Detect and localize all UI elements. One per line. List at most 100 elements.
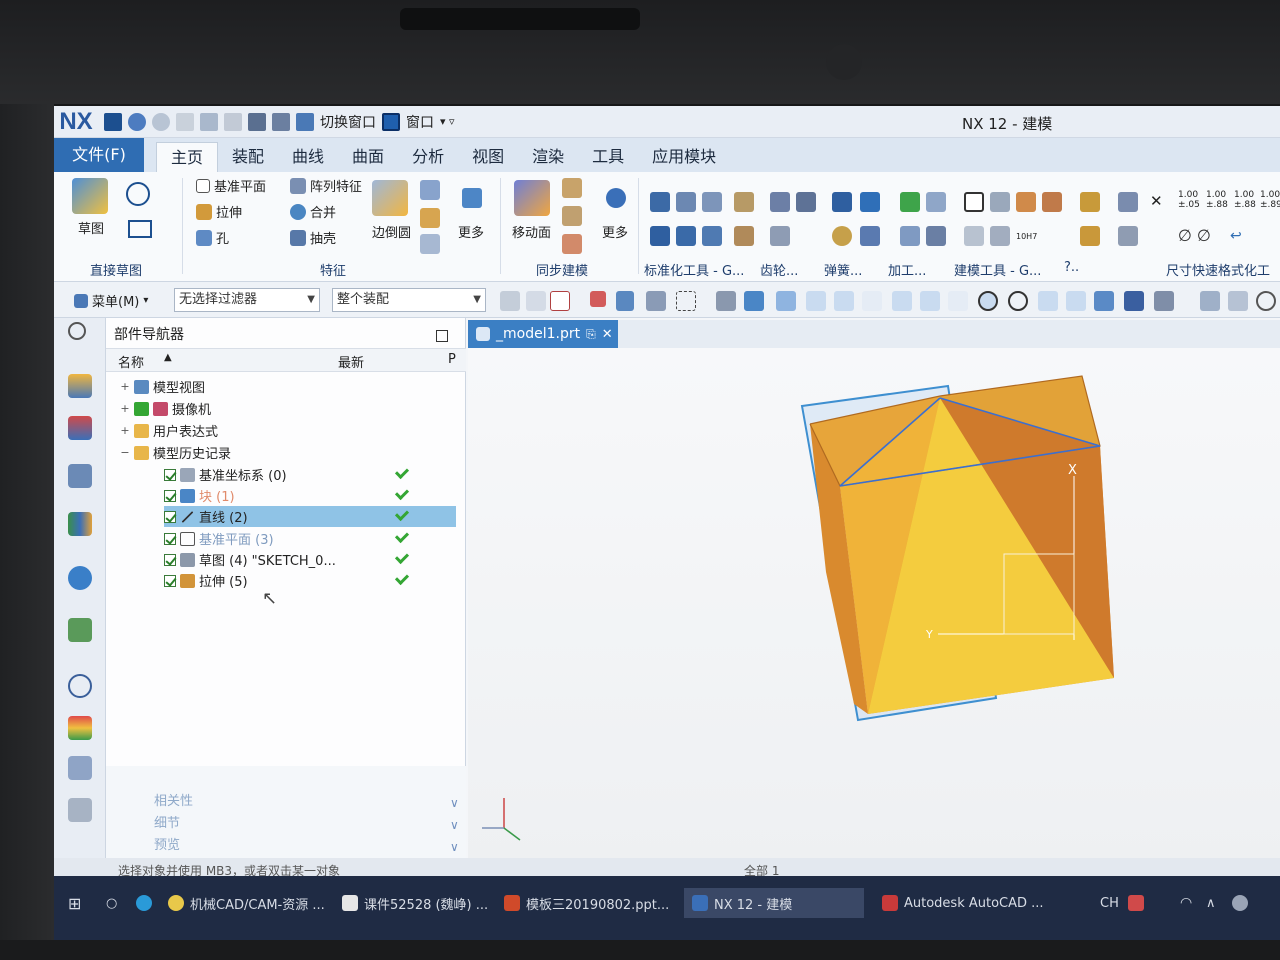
tree-node-cameras[interactable]: + 摄像机 — [120, 398, 211, 419]
tab-tools[interactable]: 工具 — [578, 142, 638, 172]
tab-curve[interactable]: 曲线 — [278, 142, 338, 172]
build-tool-icon[interactable] — [990, 226, 1010, 246]
build-tools-group-label[interactable]: 建模工具 - G... — [954, 260, 1041, 279]
gear-tool-icon[interactable] — [770, 192, 790, 212]
rect-select-icon[interactable] — [676, 291, 696, 311]
tab-applications[interactable]: 应用模块 — [638, 142, 730, 172]
dim-tool-icon[interactable] — [1118, 226, 1138, 246]
arrow-tool-icon[interactable]: ↩ — [1230, 228, 1242, 244]
std-tool-icon[interactable] — [676, 226, 696, 246]
snap-icon[interactable] — [616, 291, 634, 311]
repeat-command-icon[interactable] — [248, 112, 266, 131]
filter-icon[interactable] — [500, 291, 520, 311]
dim-tool-icon[interactable] — [1118, 192, 1138, 212]
more-features-button[interactable]: 更多 — [458, 222, 484, 241]
taskbar-app[interactable]: 机械CAD/CAM-资源 ... — [168, 888, 330, 918]
feature-block[interactable]: 块 (1) — [164, 485, 235, 506]
machining-tool-icon[interactable] — [926, 192, 946, 212]
visibility-checkbox[interactable] — [164, 489, 176, 502]
switch-window-button[interactable]: 切换窗口 — [320, 112, 376, 132]
taskbar-app[interactable]: 课件52528 (魏峥) ... — [342, 888, 498, 918]
dependencies-panel[interactable]: 相关性 — [154, 790, 193, 809]
hole-button[interactable]: 孔 — [196, 228, 229, 247]
snap-icon[interactable] — [590, 291, 606, 307]
line-snap-icon[interactable] — [1066, 291, 1086, 311]
sketch-icon[interactable] — [72, 178, 108, 214]
tolerance-tool-button[interactable]: 10H7 — [1016, 232, 1037, 241]
visibility-checkbox[interactable] — [164, 510, 176, 523]
tree-node-model-views[interactable]: + 模型视图 — [120, 376, 205, 397]
expand-icon[interactable]: + — [120, 424, 130, 437]
feature-datum-csys[interactable]: 基准坐标系 (0) — [164, 464, 287, 485]
redo-icon[interactable] — [152, 112, 170, 131]
view-icon[interactable] — [716, 291, 736, 311]
preview-panel[interactable]: 预览 — [154, 834, 180, 853]
cut-icon[interactable] — [176, 112, 194, 131]
arc-icon[interactable] — [126, 182, 150, 206]
col-p-header[interactable]: P — [448, 352, 456, 367]
gear-tool-icon[interactable] — [734, 192, 754, 212]
draft-icon[interactable] — [420, 208, 440, 228]
view-fit-icon[interactable] — [1200, 291, 1220, 311]
machining-tool-icon[interactable] — [926, 226, 946, 246]
dim-format-button[interactable]: 1.00 ±.89 — [1260, 190, 1280, 210]
type-filter-dropdown[interactable]: 无选择过滤器 ▼ — [174, 288, 320, 312]
web-browser-icon[interactable] — [68, 566, 92, 590]
undo-icon[interactable] — [128, 112, 146, 131]
snap-icon[interactable] — [1124, 291, 1144, 311]
tab-file[interactable]: 文件(F) — [54, 138, 144, 172]
copy-icon[interactable] — [200, 112, 218, 131]
help-group-label[interactable]: ?.. — [1064, 260, 1079, 275]
menu-button[interactable]: 菜单(M) ▾ — [74, 291, 148, 310]
spring-tool-icon[interactable] — [860, 226, 880, 246]
spring-tool-icon[interactable] — [860, 192, 880, 212]
edge-blend-icon[interactable] — [372, 180, 408, 216]
std-tool-icon[interactable] — [650, 192, 670, 212]
window-icon[interactable] — [382, 112, 400, 131]
select-icon[interactable] — [550, 291, 570, 311]
table-tool-icon[interactable] — [990, 192, 1010, 212]
tree-node-user-expressions[interactable]: + 用户表达式 — [120, 420, 218, 441]
grid-icon[interactable] — [1154, 291, 1174, 311]
graphics-window[interactable]: X Y — [468, 348, 1280, 878]
line-snap-icon[interactable] — [806, 291, 826, 311]
std-tool-icon[interactable] — [676, 192, 696, 212]
assembly-navigator-icon[interactable] — [68, 374, 92, 398]
window-menu-button[interactable]: 窗口 — [406, 112, 434, 132]
chamfer-icon[interactable] — [420, 180, 440, 200]
std-tools-group-label[interactable]: 标准化工具 - G... — [644, 260, 744, 279]
save-icon[interactable] — [104, 112, 122, 131]
col-name-header[interactable]: 名称 — [118, 352, 144, 371]
dim-format-button[interactable]: 1.00 ±.88 — [1206, 190, 1228, 210]
snap-point-icon[interactable] — [776, 291, 796, 311]
move-face-button[interactable]: 移动面 — [512, 222, 551, 241]
build-tool-icon[interactable] — [1080, 192, 1100, 212]
feature-datum-plane[interactable]: 基准平面 (3) — [164, 528, 274, 549]
touch-mode-icon[interactable] — [272, 112, 290, 131]
close-x-icon[interactable]: ✕ — [1150, 192, 1163, 210]
tab-home[interactable]: 主页 — [156, 142, 219, 172]
search-icon[interactable]: ○ — [106, 888, 117, 918]
expand-icon[interactable]: + — [120, 380, 130, 393]
browser-icon[interactable] — [136, 888, 152, 918]
start-icon[interactable]: ⊞ — [68, 888, 81, 918]
chevron-down-icon[interactable]: ∨ — [450, 796, 459, 810]
visibility-checkbox[interactable] — [164, 574, 176, 587]
col-latest-header[interactable]: 最新 — [338, 352, 364, 371]
details-panel[interactable]: 细节 — [154, 812, 180, 831]
sketch-button[interactable]: 草图 — [78, 218, 104, 237]
machining-group-label[interactable]: 加工... — [888, 260, 926, 279]
taskbar-app-active[interactable]: NX 12 - 建模 — [684, 888, 864, 918]
maximize-icon[interactable] — [436, 330, 448, 342]
palette-icon[interactable] — [68, 716, 92, 740]
visibility-checkbox[interactable] — [164, 532, 176, 545]
intersect-snap-icon[interactable] — [948, 291, 968, 311]
spring-tool-icon[interactable] — [832, 226, 852, 246]
pattern-feature-button[interactable]: 阵列特征 — [290, 176, 362, 195]
taskbar-app[interactable]: Autodesk AutoCAD ... — [882, 888, 1052, 918]
scope-dropdown[interactable]: 整个装配 ▼ — [332, 288, 486, 312]
collapse-icon[interactable]: − — [120, 446, 130, 459]
rectangle-icon[interactable] — [128, 220, 152, 238]
gear-tool-icon[interactable] — [770, 226, 790, 246]
delete-face-icon[interactable] — [562, 234, 582, 254]
